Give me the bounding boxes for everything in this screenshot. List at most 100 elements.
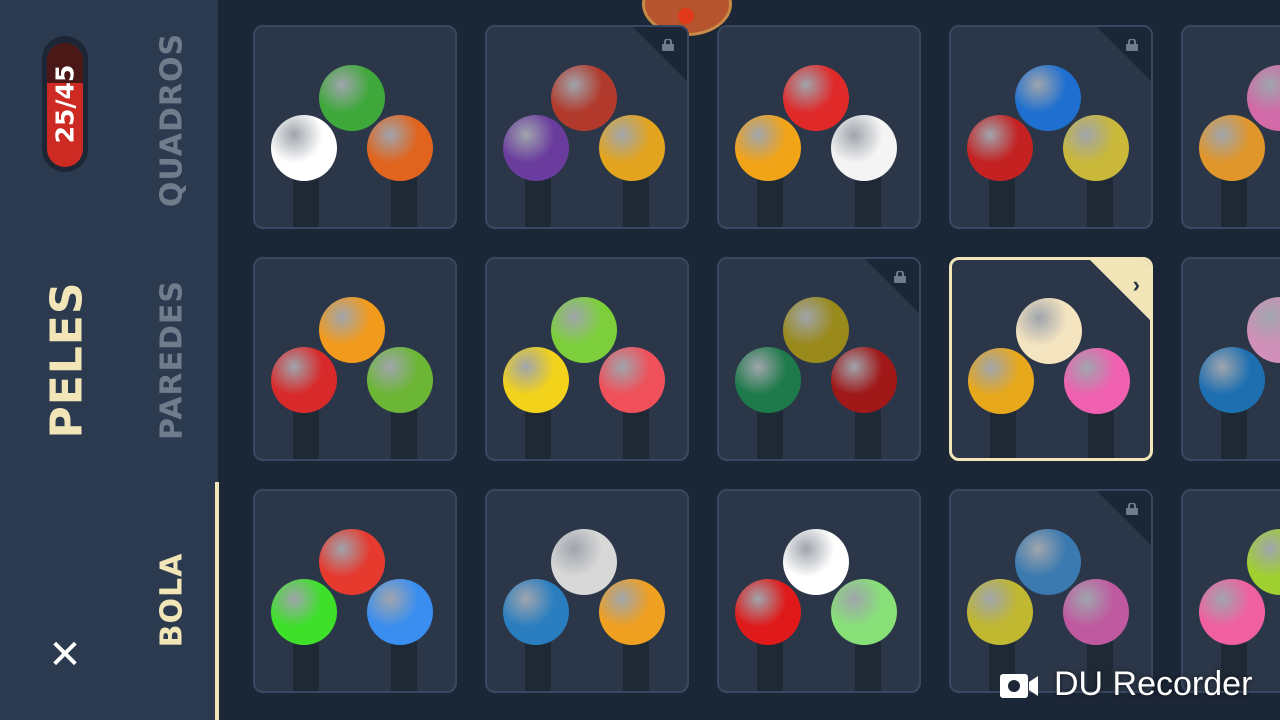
skin-ball-icon — [783, 529, 849, 595]
card-stand — [623, 641, 649, 691]
card-stand — [855, 177, 881, 227]
skin-card-planets[interactable] — [485, 489, 689, 693]
skin-ball-icon — [319, 297, 385, 363]
lock-icon — [661, 39, 675, 51]
skin-ball-icon — [735, 115, 801, 181]
skin-card-fruits[interactable] — [253, 257, 457, 461]
card-corner — [1095, 491, 1151, 547]
card-corner — [1095, 27, 1151, 83]
card-stand — [757, 409, 783, 459]
lock-icon — [1125, 39, 1139, 51]
tab-quadros[interactable]: QUADROS — [155, 33, 190, 207]
card-corner — [631, 27, 687, 83]
skin-card-spooky[interactable] — [717, 489, 921, 693]
card-stand — [293, 409, 319, 459]
chevron-right-icon[interactable]: › — [1133, 272, 1140, 298]
skin-ball-icon — [831, 115, 897, 181]
skin-ball-icon — [1199, 579, 1265, 645]
lock-icon — [1125, 503, 1139, 515]
skin-ball-icon — [831, 347, 897, 413]
skin-ball-icon — [735, 579, 801, 645]
skin-ball-icon — [1064, 348, 1130, 414]
skin-card-sports[interactable] — [253, 25, 457, 229]
card-corner — [863, 259, 919, 315]
active-tab-indicator — [215, 482, 219, 720]
card-stand — [623, 409, 649, 459]
skin-card-gems[interactable] — [949, 489, 1153, 693]
card-stand — [391, 177, 417, 227]
card-stand — [525, 177, 551, 227]
camera-icon — [1000, 670, 1038, 698]
skin-card-donuts[interactable] — [1181, 489, 1280, 693]
skin-ball-icon — [831, 579, 897, 645]
skin-ball-icon — [319, 65, 385, 131]
selected-corner — [1087, 260, 1150, 323]
skin-ball-icon — [599, 347, 665, 413]
skin-ball-icon — [968, 348, 1034, 414]
card-stand — [391, 409, 417, 459]
card-stand — [855, 409, 881, 459]
card-stand — [525, 409, 551, 459]
skin-ball-icon — [1015, 65, 1081, 131]
skin-card-animals[interactable] — [1181, 257, 1280, 461]
card-stand — [525, 641, 551, 691]
card-stand — [1087, 177, 1113, 227]
skin-ball-icon — [1016, 298, 1082, 364]
sidebar: 25/45 PELES QUADROS PAREDES BOLA ✕ — [0, 0, 218, 720]
skin-card-basic-colors[interactable] — [253, 489, 457, 693]
skin-ball-icon — [551, 297, 617, 363]
skin-card-candy-dots[interactable] — [1181, 25, 1280, 229]
card-stand — [391, 641, 417, 691]
skin-ball-icon — [503, 579, 569, 645]
skin-ball-icon — [1015, 529, 1081, 595]
card-stand — [989, 177, 1015, 227]
skin-ball-icon — [783, 65, 849, 131]
skin-ball-icon — [551, 529, 617, 595]
close-icon[interactable]: ✕ — [48, 635, 82, 675]
skin-card-sweets[interactable] — [485, 257, 689, 461]
card-stand — [990, 408, 1016, 458]
progress-count: 25/45 — [50, 64, 80, 144]
skin-card-bugs[interactable] — [717, 257, 921, 461]
skin-ball-icon — [503, 115, 569, 181]
skin-ball-icon — [599, 579, 665, 645]
tab-bola[interactable]: BOLA — [155, 553, 190, 648]
skin-ball-icon — [599, 115, 665, 181]
skin-ball-icon — [1199, 115, 1265, 181]
card-stand — [1221, 409, 1247, 459]
skin-card-card-suits[interactable] — [949, 25, 1153, 229]
skin-ball-icon — [551, 65, 617, 131]
skin-ball-icon — [967, 579, 1033, 645]
skin-ball-icon — [1199, 347, 1265, 413]
recorder-label: DU Recorder — [1054, 664, 1253, 703]
skin-ball-icon — [271, 347, 337, 413]
skin-ball-icon — [367, 115, 433, 181]
skin-card-emoji[interactable] — [485, 25, 689, 229]
skin-card-flowers[interactable] — [717, 25, 921, 229]
recorder-watermark: DU Recorder — [1000, 664, 1252, 704]
skin-card-desserts[interactable]: › — [949, 257, 1153, 461]
card-stand — [1088, 408, 1114, 458]
skins-grid: › — [220, 0, 1280, 720]
skin-ball-icon — [367, 347, 433, 413]
skin-ball-icon — [735, 347, 801, 413]
skin-ball-icon — [783, 297, 849, 363]
card-stand — [293, 641, 319, 691]
skin-ball-icon — [271, 115, 337, 181]
tab-paredes[interactable]: PAREDES — [155, 280, 190, 440]
skin-ball-icon — [1063, 579, 1129, 645]
skin-ball-icon — [1063, 115, 1129, 181]
skin-ball-icon — [503, 347, 569, 413]
card-stand — [757, 641, 783, 691]
card-stand — [293, 177, 319, 227]
skin-ball-icon — [967, 115, 1033, 181]
skin-ball-icon — [319, 529, 385, 595]
skin-ball-icon — [271, 579, 337, 645]
card-stand — [757, 177, 783, 227]
page-title: PELES — [41, 281, 93, 439]
card-stand — [855, 641, 881, 691]
card-stand — [623, 177, 649, 227]
card-stand — [1221, 177, 1247, 227]
skin-ball-icon — [367, 579, 433, 645]
lock-icon — [893, 271, 907, 283]
